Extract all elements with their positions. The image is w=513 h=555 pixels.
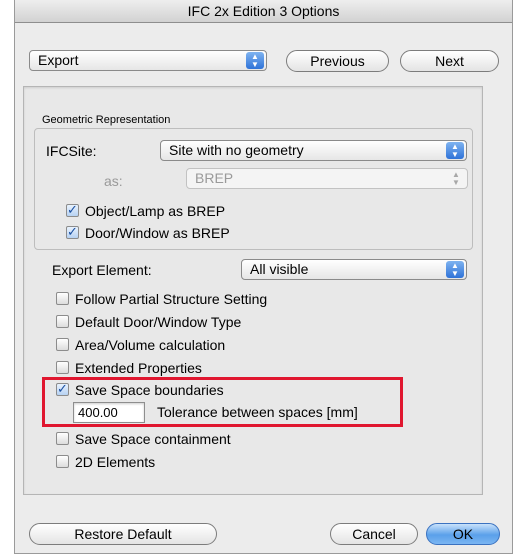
elements-2d-checkbox[interactable] <box>56 455 69 468</box>
save-space-containment-label: Save Space containment <box>75 431 231 447</box>
window-title: IFC 2x Edition 3 Options <box>15 0 512 23</box>
extended-properties-checkbox[interactable] <box>56 361 69 374</box>
section-popup-value: Export <box>38 52 79 68</box>
default-door-label: Default Door/Window Type <box>75 314 242 330</box>
space-boundaries-highlight <box>42 377 403 427</box>
ifcsite-label: IFCSite: <box>46 143 97 159</box>
as-label: as: <box>104 173 123 189</box>
updown-arrows-icon: ▲ ▼ <box>447 170 465 187</box>
next-button[interactable]: Next <box>400 50 499 72</box>
export-element-label: Export Element: <box>52 262 152 278</box>
cancel-button[interactable]: Cancel <box>330 523 418 545</box>
as-popup: BREP ▲ ▼ <box>186 168 468 189</box>
updown-arrows-icon: ▲ ▼ <box>446 261 464 278</box>
ifcsite-popup[interactable]: Site with no geometry ▲ ▼ <box>160 140 467 161</box>
default-door-checkbox[interactable] <box>56 315 69 328</box>
area-volume-label: Area/Volume calculation <box>75 337 226 353</box>
updown-arrows-icon: ▲ ▼ <box>446 142 464 159</box>
export-element-popup[interactable]: All visible ▲ ▼ <box>241 259 467 280</box>
extended-properties-label: Extended Properties <box>75 360 202 376</box>
elements-2d-label: 2D Elements <box>75 454 156 470</box>
door-window-brep-label: Door/Window as BREP <box>85 225 230 241</box>
export-element-popup-value: All visible <box>250 261 309 277</box>
updown-arrows-icon: ▲ ▼ <box>246 52 264 69</box>
door-window-brep-checkbox[interactable]: ✓ <box>66 225 79 239</box>
object-lamp-brep-label: Object/Lamp as BREP <box>85 203 226 219</box>
section-popup[interactable]: Export ▲ ▼ <box>29 50 267 71</box>
ok-button[interactable]: OK <box>426 523 500 545</box>
restore-default-button[interactable]: Restore Default <box>29 523 217 545</box>
as-popup-value: BREP <box>195 170 234 186</box>
follow-partial-label: Follow Partial Structure Setting <box>75 291 268 307</box>
save-space-containment-checkbox[interactable] <box>56 432 69 445</box>
geometric-group-label: Geometric Representation <box>42 114 171 126</box>
follow-partial-checkbox[interactable] <box>56 292 69 305</box>
object-lamp-brep-checkbox[interactable]: ✓ <box>66 203 79 217</box>
previous-button[interactable]: Previous <box>286 50 389 72</box>
area-volume-checkbox[interactable] <box>56 338 69 351</box>
ifcsite-popup-value: Site with no geometry <box>169 142 304 158</box>
